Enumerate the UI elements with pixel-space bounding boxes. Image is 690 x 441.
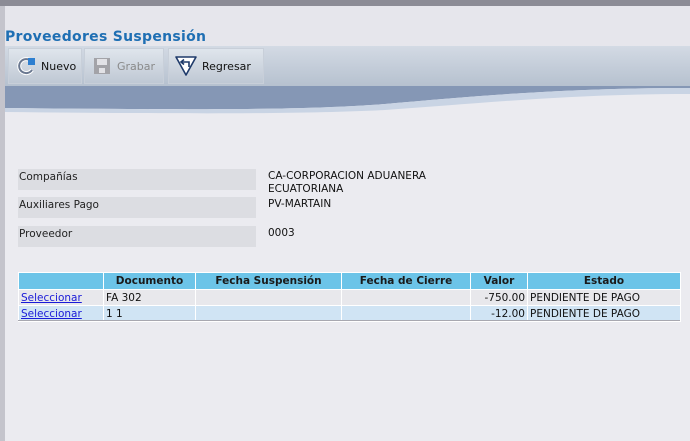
page-title: Proveedores Suspensión <box>5 29 207 45</box>
companias-value-line2: ECUATORIANA <box>268 183 344 195</box>
grabar-button[interactable]: Grabar <box>84 48 164 84</box>
seleccionar-link[interactable]: Seleccionar <box>21 292 82 304</box>
refresh-icon <box>15 55 37 77</box>
proveedor-value: 0003 <box>268 227 295 239</box>
companias-label: Compañías <box>18 169 256 190</box>
nuevo-button[interactable]: Nuevo <box>8 48 82 84</box>
seleccionar-link[interactable]: Seleccionar <box>21 308 82 320</box>
column-header-estado: Estado <box>527 272 681 290</box>
table-header-row: Documento Fecha Suspensión Fecha de Cier… <box>18 272 681 290</box>
select-cell: Seleccionar <box>18 289 104 306</box>
regresar-label: Regresar <box>202 59 251 73</box>
toolbar: Nuevo Grabar Regresar <box>5 46 690 86</box>
save-icon <box>91 55 113 77</box>
column-header-select <box>18 272 104 290</box>
companias-value: CA-CORPORACION ADUANERA ECUATORIANA <box>268 170 468 196</box>
table-bottom-border <box>18 320 680 321</box>
suspension-table: Documento Fecha Suspensión Fecha de Cier… <box>18 272 681 322</box>
estado-cell: PENDIENTE DE PAGO <box>527 289 681 306</box>
regresar-button[interactable]: Regresar <box>168 48 264 84</box>
auxiliares-pago-value: PV-MARTAIN <box>268 198 332 210</box>
column-header-documento: Documento <box>103 272 196 290</box>
column-header-fecha-cierre: Fecha de Cierre <box>341 272 471 290</box>
auxiliares-pago-label: Auxiliares Pago <box>18 197 256 218</box>
valor-cell: -750.00 <box>470 289 528 306</box>
fecha-cierre-cell <box>341 289 471 306</box>
back-arrow-icon <box>174 54 198 78</box>
fecha-suspension-cell <box>195 289 342 306</box>
column-header-valor: Valor <box>470 272 528 290</box>
header-swoosh <box>5 86 690 114</box>
companias-value-line1: CA-CORPORACION ADUANERA <box>268 170 426 182</box>
documento-cell: FA 302 <box>103 289 196 306</box>
nuevo-label: Nuevo <box>41 59 77 73</box>
grabar-label: Grabar <box>117 59 156 73</box>
table-row: Seleccionar FA 302 -750.00 PENDIENTE DE … <box>18 289 681 306</box>
proveedor-label: Proveedor <box>18 226 256 247</box>
column-header-fecha-suspension: Fecha Suspensión <box>195 272 342 290</box>
